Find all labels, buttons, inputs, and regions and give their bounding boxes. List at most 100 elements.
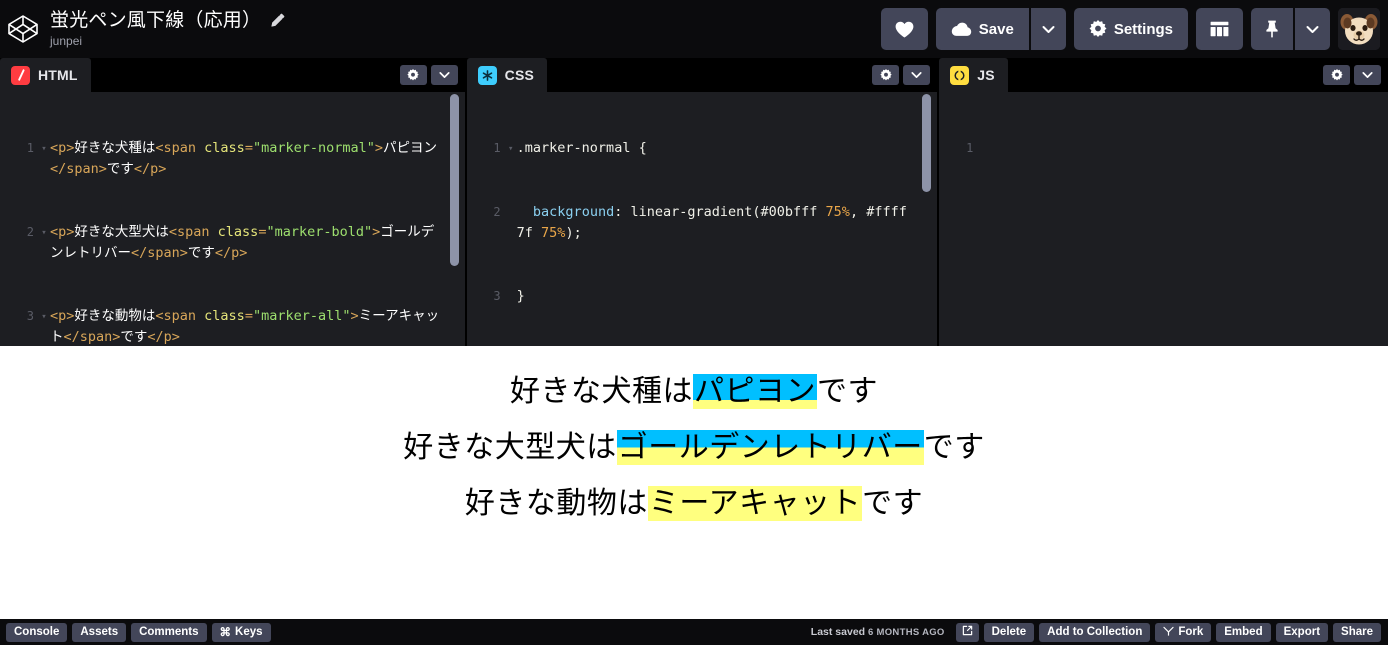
preview-text-before: 好きな動物は bbox=[464, 486, 648, 521]
code-line: 1 ▾ .marker-normal { bbox=[467, 138, 938, 160]
external-link-icon bbox=[962, 625, 973, 639]
code-line: 1 ▾ <p>好きな犬種は<span class="marker-normal">… bbox=[0, 138, 465, 180]
js-collapse-button[interactable] bbox=[1354, 65, 1381, 85]
last-saved-status: Last saved 6 MONTHS AGO bbox=[811, 626, 945, 638]
fold-toggle-icon[interactable]: ▾ bbox=[38, 222, 50, 244]
footer-left-actions: Console Assets Comments ⌘ Keys bbox=[0, 622, 271, 642]
avatar[interactable] bbox=[1338, 8, 1380, 50]
fork-label: Fork bbox=[1178, 626, 1204, 638]
line-content: <p>好きな大型犬は<span class="marker-bold">ゴールデ… bbox=[50, 224, 435, 261]
preview-line: 好きな大型犬はゴールデンレトリバーです bbox=[0, 420, 1388, 476]
chevron-down-icon bbox=[1042, 25, 1055, 34]
pin-button-group bbox=[1251, 8, 1330, 50]
add-to-collection-button[interactable]: Add to Collection bbox=[1039, 622, 1151, 642]
pin-icon bbox=[1265, 20, 1279, 38]
html-settings-button[interactable] bbox=[399, 65, 427, 85]
code-css: 1 ▾ .marker-normal { 2 background: linear… bbox=[467, 96, 938, 346]
pin-options-caret[interactable] bbox=[1295, 8, 1330, 50]
footer-bar: Console Assets Comments ⌘ Keys Last save… bbox=[0, 619, 1388, 645]
pin-button[interactable] bbox=[1251, 8, 1293, 50]
save-button-label: Save bbox=[978, 20, 1014, 38]
preview-text-before: 好きな犬種は bbox=[510, 374, 693, 409]
fork-button[interactable]: Fork bbox=[1155, 622, 1212, 642]
editor-body-js[interactable]: 1 bbox=[939, 92, 1388, 346]
embed-button[interactable]: Embed bbox=[1216, 622, 1271, 642]
css-editor-scrollbar[interactable] bbox=[922, 94, 932, 192]
save-button-group: Save bbox=[935, 8, 1066, 50]
preview-content: 好きな犬種はパピヨンです 好きな大型犬はゴールデンレトリバーです 好きな動物はミ… bbox=[0, 346, 1388, 532]
last-saved-ago: 6 MONTHS AGO bbox=[868, 627, 945, 638]
top-bar-actions: Save Settings bbox=[880, 8, 1380, 50]
highlight-marker-all: ミーアキャット bbox=[647, 486, 863, 521]
code-line: 2 ▾ <p>好きな大型犬は<span class="marker-bold">ゴ… bbox=[0, 222, 465, 264]
pencil-icon[interactable] bbox=[270, 13, 285, 28]
highlight-marker-normal: パピヨン bbox=[693, 374, 817, 409]
editor-body-html[interactable]: 1 ▾ <p>好きな犬種は<span class="marker-normal">… bbox=[0, 92, 465, 346]
last-saved-prefix: Last saved bbox=[810, 626, 866, 638]
console-button[interactable]: Console bbox=[6, 622, 68, 642]
tab-html-label: HTML bbox=[38, 67, 78, 83]
preview-line: 好きな犬種はパピヨンです bbox=[0, 364, 1388, 420]
settings-button[interactable]: Settings bbox=[1073, 8, 1188, 50]
layout-button[interactable] bbox=[1196, 8, 1243, 50]
editor-pane-css: CSS 1 ▾ .marker-normal {2 background: l… bbox=[466, 58, 938, 346]
tab-css-label: CSS bbox=[504, 67, 535, 83]
share-button[interactable]: Share bbox=[1333, 622, 1381, 642]
code-js: 1 bbox=[939, 96, 1388, 201]
footer-right-actions: Last saved 6 MONTHS AGO Delete Add to Co… bbox=[811, 622, 1388, 642]
line-content: .marker-normal { bbox=[516, 140, 647, 156]
preview-iframe[interactable]: 好きな犬種はパピヨンです 好きな大型犬はゴールデンレトリバーです 好きな動物はミ… bbox=[0, 346, 1388, 619]
editor-header-css: CSS bbox=[466, 58, 938, 92]
pen-author[interactable]: junpei bbox=[50, 34, 285, 49]
css-settings-button[interactable] bbox=[872, 65, 900, 85]
preview-text-before: 好きな大型犬は bbox=[403, 430, 617, 465]
css-tab-icon bbox=[477, 65, 497, 85]
code-line: 2 background: linear-gradient(#00bfff 75… bbox=[467, 202, 938, 244]
export-button[interactable]: Export bbox=[1275, 622, 1329, 642]
fork-icon bbox=[1163, 626, 1174, 639]
delete-button[interactable]: Delete bbox=[983, 622, 1035, 642]
editor-header-html: HTML bbox=[0, 58, 465, 92]
editors-row: HTML 1 ▾ <p>好きな犬種は<span class="marker-no… bbox=[0, 58, 1388, 346]
editor-pane-js: JS 1 bbox=[939, 58, 1388, 346]
keyboard-shortcuts-button[interactable]: ⌘ Keys bbox=[211, 622, 271, 642]
line-content: <p>好きな動物は<span class="marker-all">ミーアキャッ… bbox=[50, 308, 440, 345]
preview-line: 好きな動物はミーアキャットです bbox=[0, 476, 1388, 532]
comments-button[interactable]: Comments bbox=[131, 622, 207, 642]
line-number: 2 bbox=[493, 205, 501, 219]
preview-text-after: です bbox=[817, 374, 878, 409]
assets-button[interactable]: Assets bbox=[72, 622, 127, 642]
keys-label: Keys bbox=[235, 626, 263, 638]
tab-js[interactable]: JS bbox=[939, 58, 1008, 92]
chevron-down-icon bbox=[1306, 25, 1319, 34]
tab-html[interactable]: HTML bbox=[0, 58, 91, 92]
html-tab-icon bbox=[11, 65, 30, 85]
css-collapse-button[interactable] bbox=[903, 65, 931, 85]
fold-toggle-icon[interactable]: ▾ bbox=[505, 138, 517, 160]
save-button[interactable]: Save bbox=[935, 8, 1029, 50]
editor-js-controls bbox=[1323, 65, 1388, 85]
html-collapse-button[interactable] bbox=[430, 65, 458, 85]
tab-css[interactable]: CSS bbox=[466, 58, 548, 92]
js-settings-button[interactable] bbox=[1323, 65, 1350, 85]
line-number: 1 bbox=[966, 141, 974, 155]
love-button[interactable] bbox=[880, 8, 928, 50]
codepen-logo-icon[interactable] bbox=[6, 12, 40, 46]
line-content: background: linear-gradient(#00bfff 75%,… bbox=[516, 204, 907, 241]
fold-toggle-icon[interactable]: ▾ bbox=[38, 306, 50, 328]
editor-body-css[interactable]: 1 ▾ .marker-normal { 2 background: linear… bbox=[466, 92, 938, 346]
cloud-icon bbox=[951, 22, 972, 36]
line-number: 1 bbox=[493, 141, 501, 155]
line-number: 2 bbox=[26, 225, 34, 239]
html-editor-scrollbar[interactable] bbox=[449, 94, 459, 266]
page-title: 蛍光ペン風下線（応用） bbox=[50, 9, 262, 31]
editor-html-controls bbox=[399, 65, 465, 85]
preview-text-after: です bbox=[923, 430, 985, 465]
fold-toggle-icon[interactable]: ▾ bbox=[38, 138, 50, 160]
save-options-caret[interactable] bbox=[1030, 8, 1066, 50]
preview-text-after: です bbox=[862, 486, 924, 521]
top-bar: 蛍光ペン風下線（応用） junpei Save Settings bbox=[0, 0, 1388, 58]
tab-js-label: JS bbox=[977, 67, 995, 83]
pen-title-block: 蛍光ペン風下線（応用） junpei bbox=[50, 10, 285, 49]
open-in-new-tab-button[interactable] bbox=[955, 622, 979, 642]
